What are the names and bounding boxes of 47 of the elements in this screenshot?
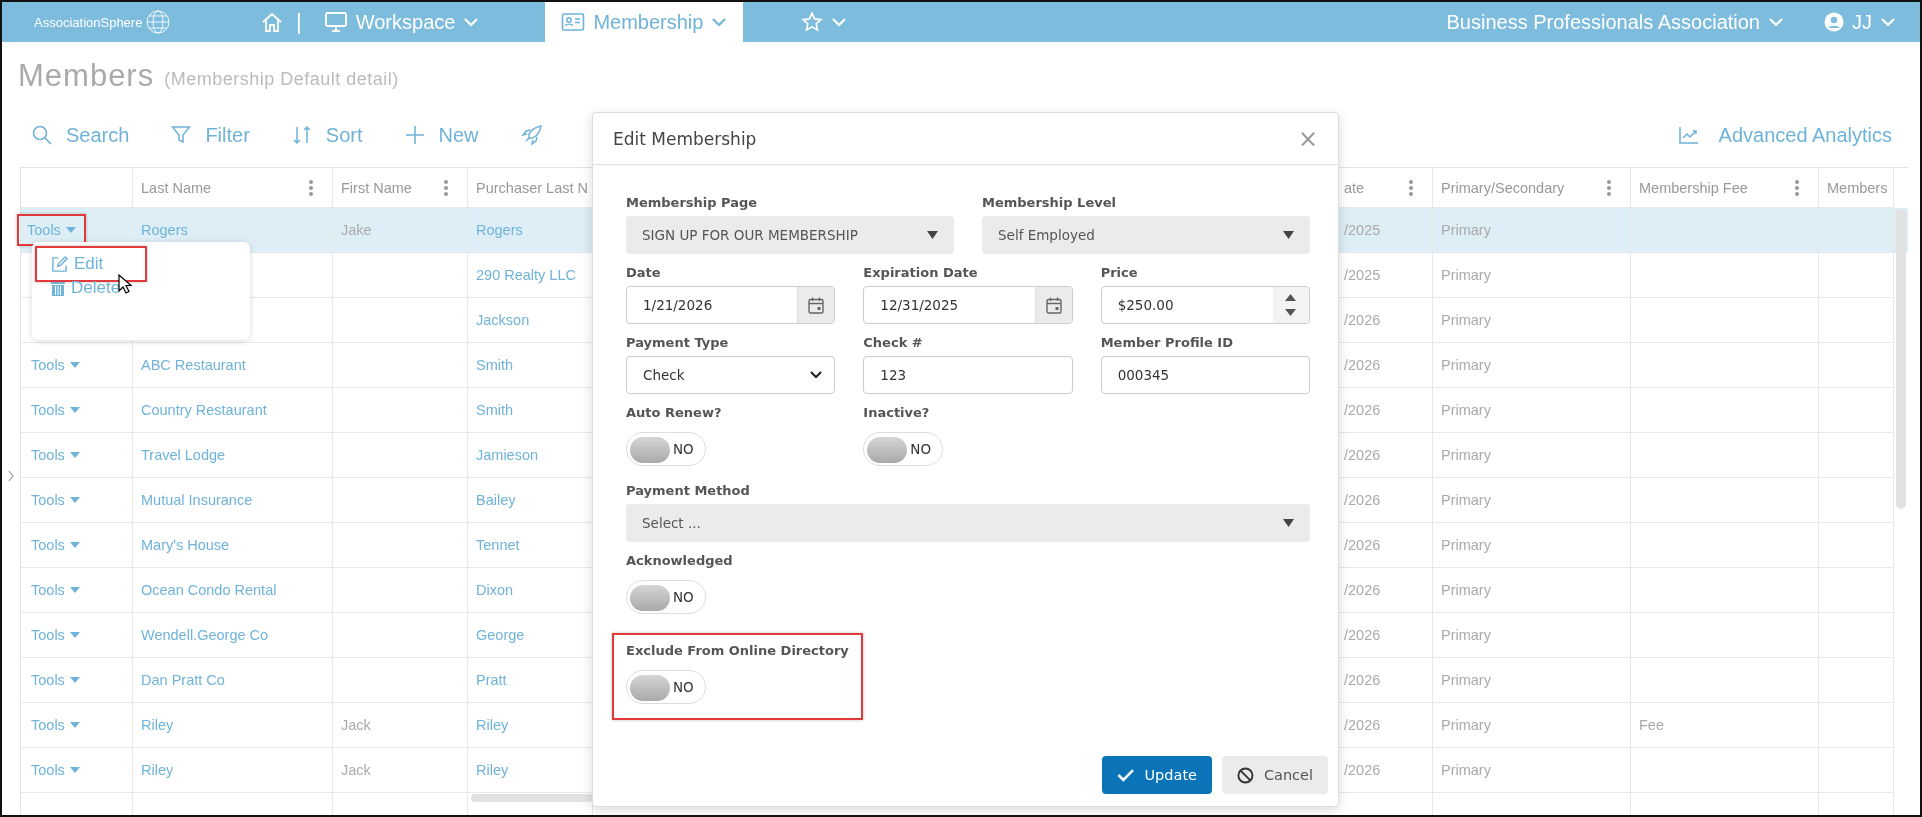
field-label: Auto Renew? (626, 405, 723, 420)
table-cell: Primary (1441, 357, 1491, 373)
field-label: Payment Method (626, 483, 751, 498)
field-label: Acknowledged (626, 553, 734, 568)
field-label: Membership Page (626, 195, 759, 210)
table-cell: Primary (1441, 447, 1491, 463)
field-label: Payment Type (626, 335, 730, 350)
table-cell: Jack (341, 762, 371, 778)
table-cell: /2026 (1344, 312, 1381, 328)
table-cell: /2026 (1344, 537, 1381, 553)
table-cell: /2026 (1344, 672, 1381, 688)
table-cell: Primary (1441, 762, 1491, 778)
separator: | (296, 9, 302, 35)
field-label: Expiration Date (863, 265, 979, 280)
field-label: Exclude From Online Directory (626, 643, 849, 658)
table-cell: Primary (1441, 222, 1491, 238)
table-cell: /2026 (1344, 627, 1381, 643)
table-cell: /2026 (1344, 582, 1381, 598)
table-cell: Primary (1441, 582, 1491, 598)
field-label: Date (626, 265, 662, 280)
table-cell: /2026 (1344, 762, 1381, 778)
table-cell: Primary (1441, 492, 1491, 508)
table-cell: /2026 (1344, 447, 1381, 463)
table-cell: Primary (1441, 627, 1491, 643)
table-cell: Fee (1639, 717, 1664, 733)
table-cell: /2025 (1344, 267, 1381, 283)
page-subtitle: (Membership Default detail) (164, 68, 399, 90)
field-label: Inactive? (863, 405, 931, 420)
table-cell: /2026 (1344, 402, 1381, 418)
field-label: Check # (863, 335, 924, 350)
field-label: Membership Level (982, 195, 1117, 210)
table-cell: Primary (1441, 312, 1491, 328)
table-cell: /2026 (1344, 492, 1381, 508)
table-cell: Primary (1441, 537, 1491, 553)
table-cell: Primary (1441, 267, 1491, 283)
table-cell: /2026 (1344, 357, 1381, 373)
table-cell: /2025 (1344, 222, 1381, 238)
table-cell: Primary (1441, 672, 1491, 688)
table-cell: Jack (341, 717, 371, 733)
table-cell: /2026 (1344, 717, 1381, 733)
field-label: Member Profile ID (1100, 335, 1234, 350)
table-cell: Primary (1441, 717, 1491, 733)
table-cell: Primary (1441, 402, 1491, 418)
page-title: Members (18, 58, 155, 94)
field-label: Price (1100, 265, 1139, 280)
table-cell: Jake (341, 222, 372, 238)
dialog-title: Edit Membership (613, 128, 757, 149)
